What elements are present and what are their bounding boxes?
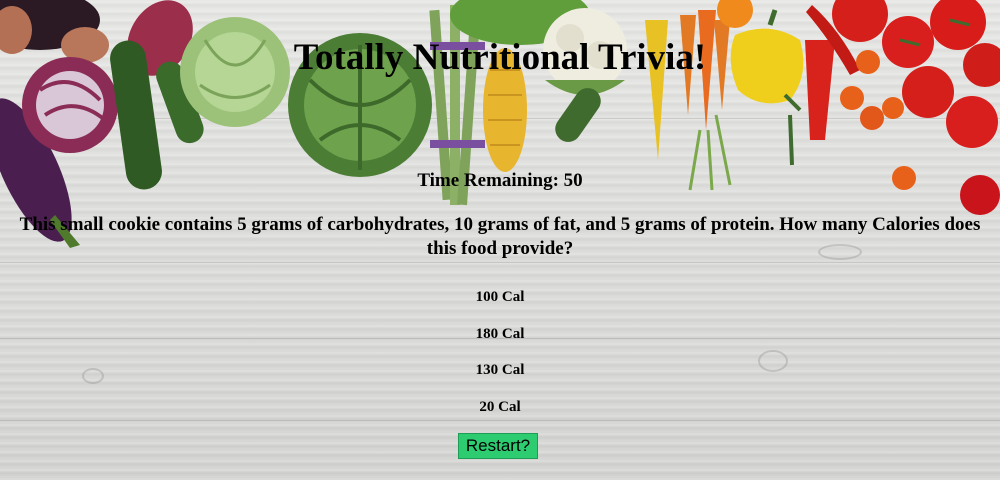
quiz-container: Totally Nutritional Trivia! Time Remaini…	[0, 0, 1000, 480]
answer-option-180-cal[interactable]: 180 Cal	[440, 324, 560, 344]
page-title: Totally Nutritional Trivia!	[293, 37, 707, 78]
restart-button[interactable]: Restart?	[458, 433, 538, 459]
answer-option-100-cal[interactable]: 100 Cal	[440, 287, 560, 307]
time-remaining: Time Remaining: 50	[417, 170, 583, 191]
answer-list: 100 Cal 180 Cal 130 Cal 20 Cal	[0, 287, 1000, 433]
answer-option-130-cal[interactable]: 130 Cal	[440, 360, 560, 380]
answer-option-20-cal[interactable]: 20 Cal	[440, 397, 560, 417]
question-text: This small cookie contains 5 grams of ca…	[19, 214, 981, 259]
